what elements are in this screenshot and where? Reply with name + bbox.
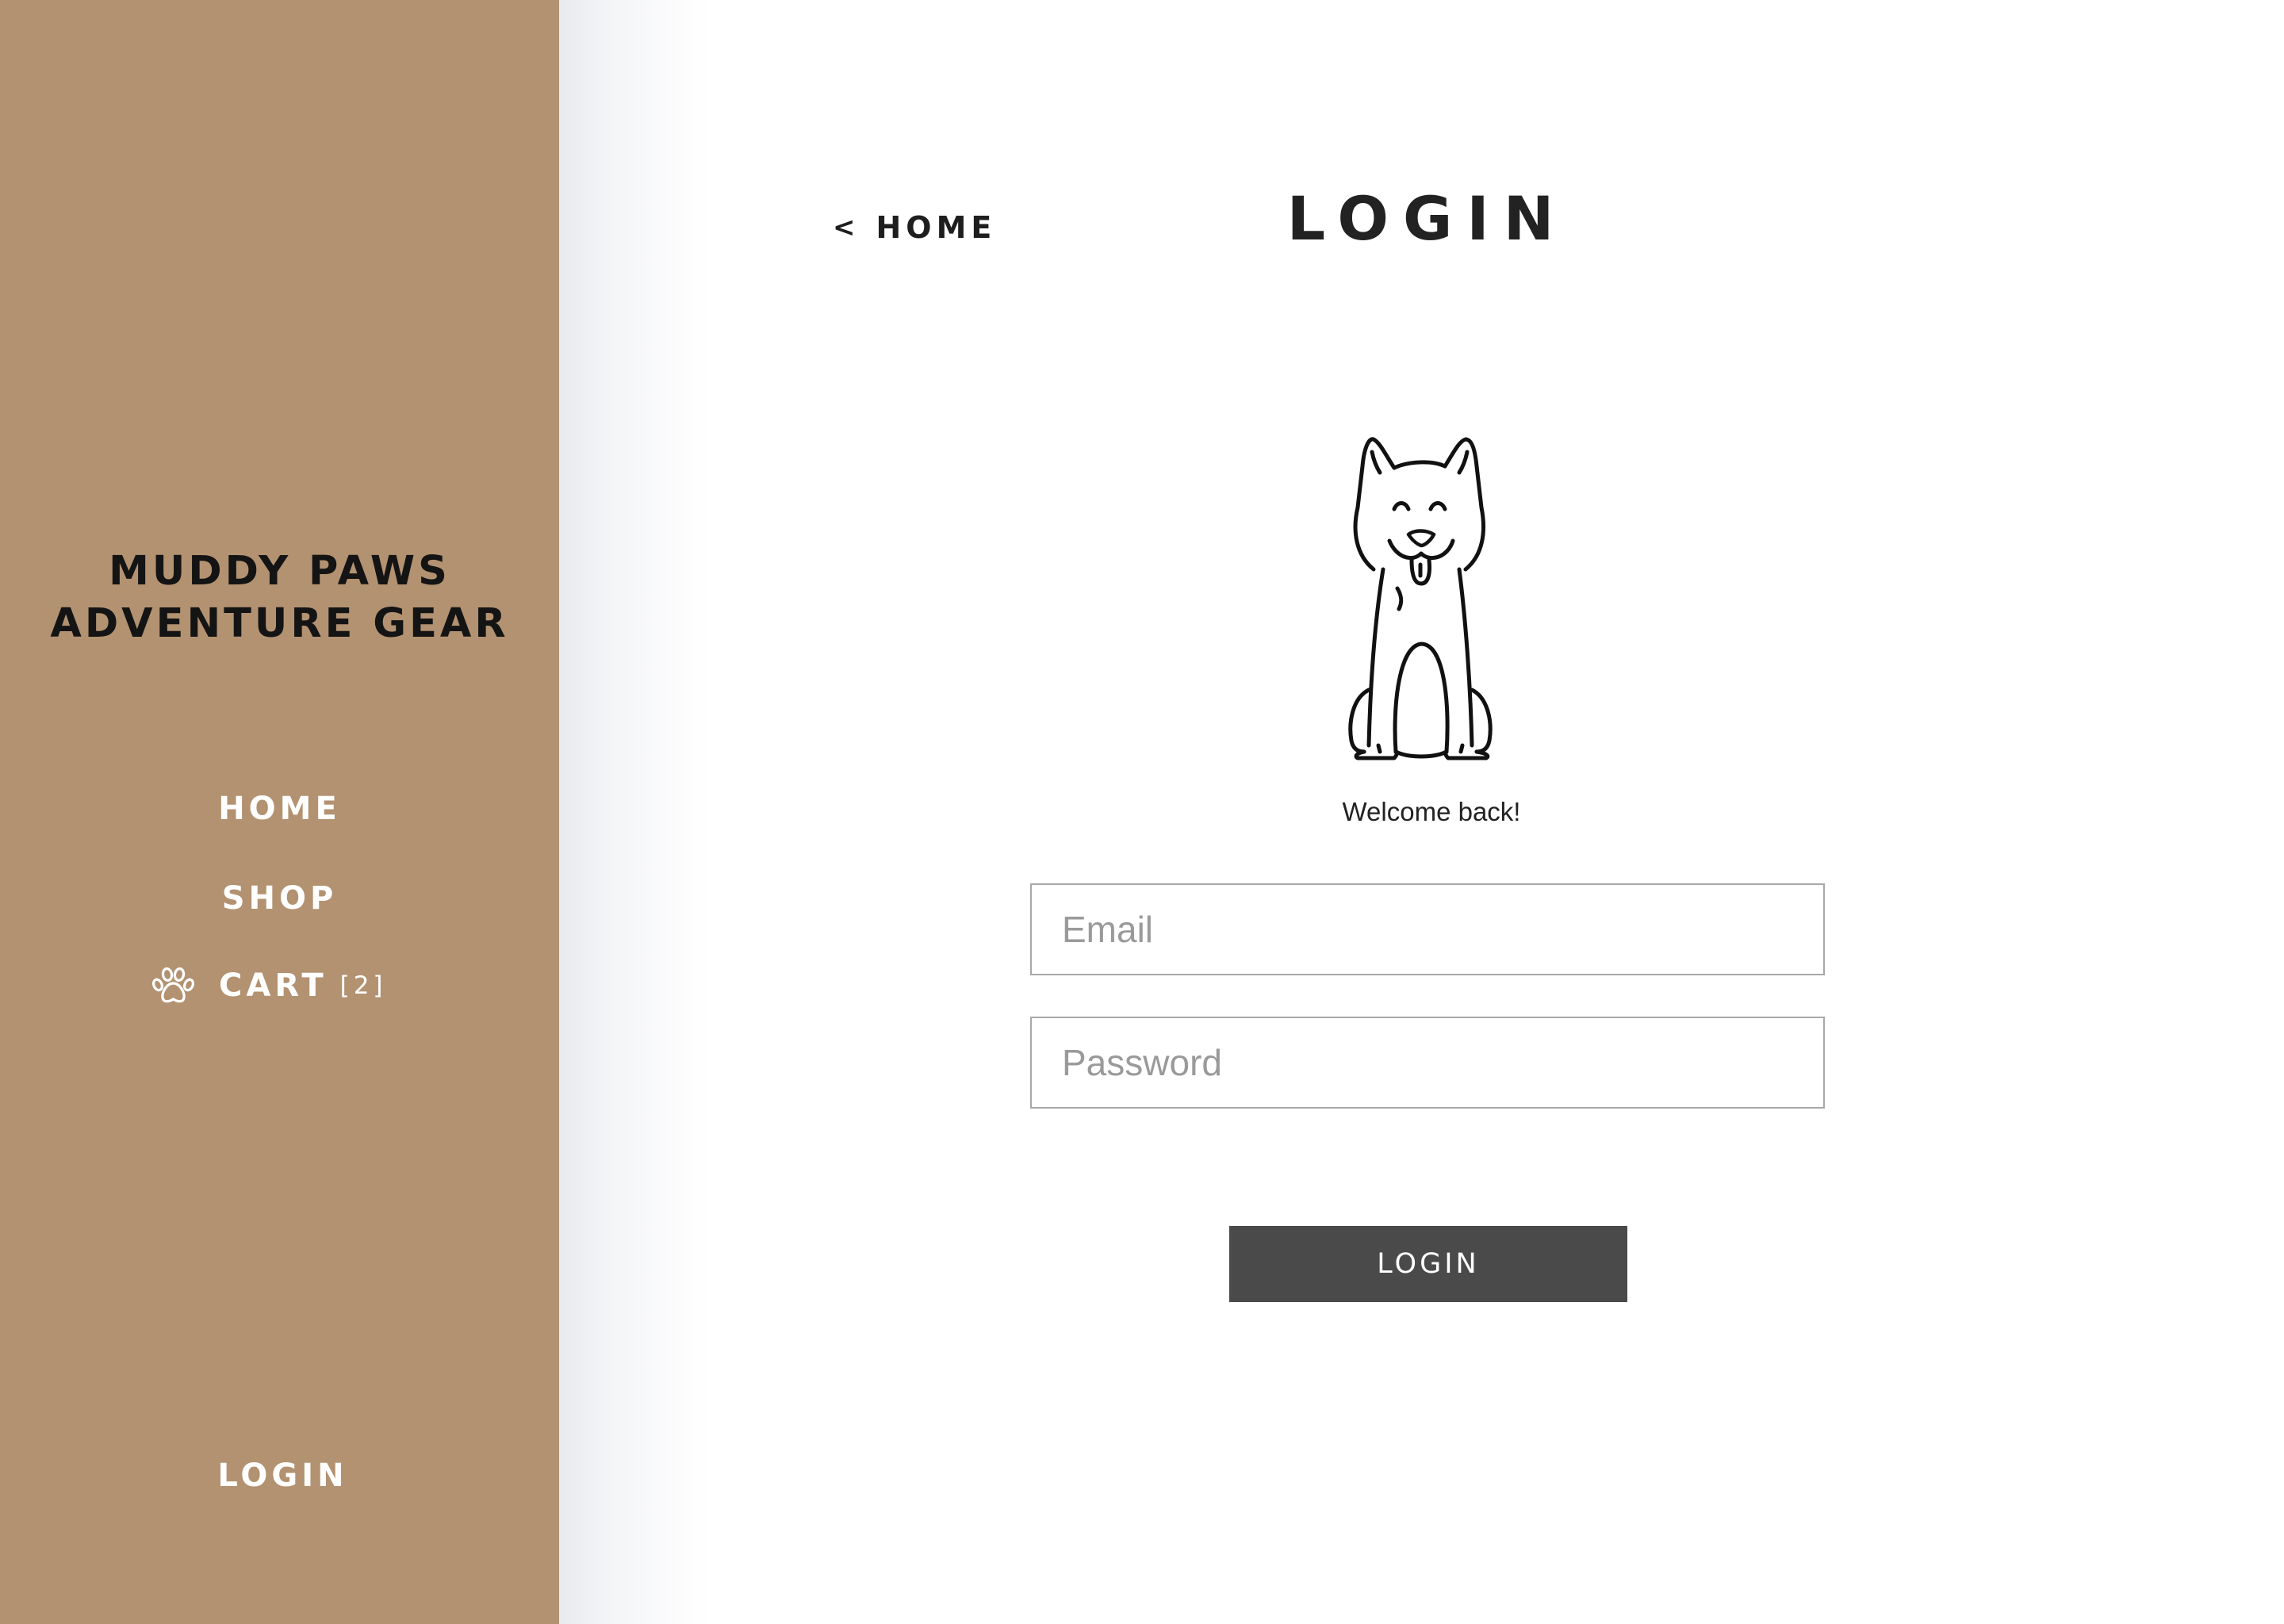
sidebar-item-home[interactable]: HOME	[0, 789, 559, 829]
cart-count-badge: [2]	[339, 971, 387, 1000]
paw-icon	[151, 967, 195, 1003]
dog-illustration	[1348, 437, 1493, 760]
brand-logo-text[interactable]: MUDDY PAWS ADVENTURE GEAR	[0, 546, 559, 650]
sidebar-shadow	[559, 0, 710, 1624]
sidebar: MUDDY PAWS ADVENTURE GEAR HOME SHOP CART…	[0, 0, 559, 1624]
login-button[interactable]: LOGIN	[1229, 1226, 1627, 1302]
brand-line-2: ADVENTURE GEAR	[50, 600, 509, 647]
cart-label: CART	[219, 967, 328, 1004]
welcome-message: Welcome back!	[1342, 797, 1521, 826]
sidebar-item-cart[interactable]: CART [2]	[151, 966, 387, 1005]
email-field[interactable]	[1030, 883, 1825, 975]
brand-line-1: MUDDY PAWS	[109, 548, 450, 595]
sidebar-item-shop[interactable]: SHOP	[0, 879, 559, 918]
chevron-left-icon: <	[833, 212, 856, 243]
sidebar-item-login[interactable]: LOGIN	[3, 1456, 562, 1496]
password-field[interactable]	[1030, 1017, 1825, 1109]
app-root: MUDDY PAWS ADVENTURE GEAR HOME SHOP CART…	[0, 0, 2284, 1624]
page-title: LOGIN	[1286, 183, 1569, 254]
